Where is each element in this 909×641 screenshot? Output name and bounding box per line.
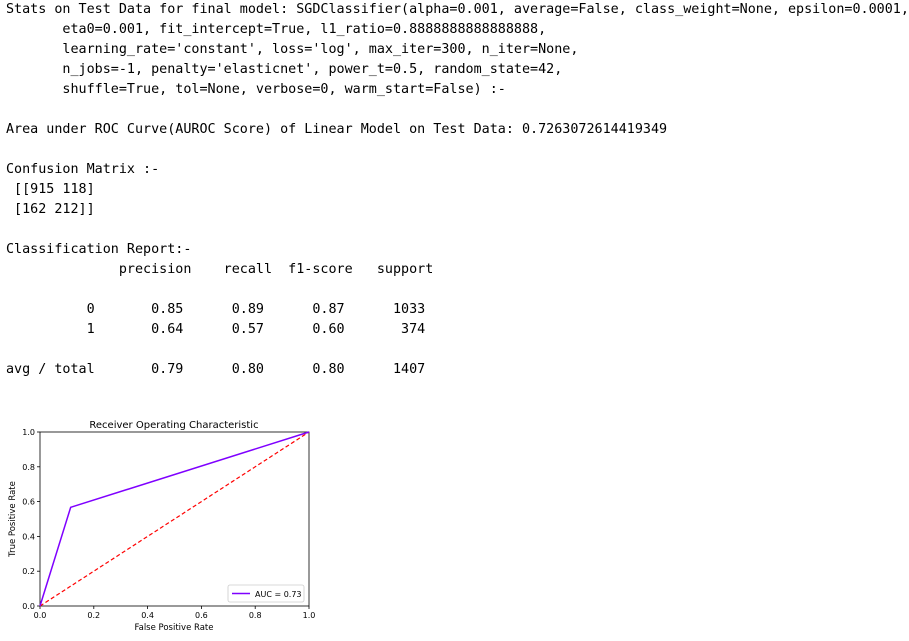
x-tick-label: 0.4 [141,611,154,620]
x-tick-label: 0.6 [195,611,208,620]
output-line: avg / total 0.79 0.80 0.80 1407 [6,362,426,377]
roc-plot: Receiver Operating Characteristic 0.0 0.2… [0,410,330,636]
output-line: Stats on Test Data for final model: SGDC… [6,2,909,17]
output-line: Confusion Matrix :- [6,162,160,177]
chance-line [39,431,310,607]
output-line: Classification Report:- [6,242,192,257]
output-line: n_jobs=-1, penalty='elasticnet', power_t… [6,62,563,77]
output-line: 1 0.64 0.57 0.60 374 [6,322,426,337]
y-axis-label: True Positive Rate [8,481,18,558]
y-tick-label: 0.0 [22,602,35,611]
output-line: learning_rate='constant', loss='log', ma… [6,42,579,57]
y-tick-label: 0.2 [22,567,35,576]
output-line: [[915 118] [6,182,95,197]
y-tick-label: 0.6 [22,498,35,507]
cell-output: Stats on Test Data for final model: SGDC… [6,0,909,380]
output-line: [162 212]] [6,202,95,217]
output-line: eta0=0.001, fit_intercept=True, l1_ratio… [6,22,547,37]
x-tick-label: 0.0 [34,611,47,620]
legend-label: AUC = 0.73 [255,590,302,599]
x-tick-label: 0.8 [249,611,262,620]
output-line: 0 0.85 0.89 0.87 1033 [6,302,426,317]
x-axis-label: False Positive Rate [135,623,214,633]
y-tick-label: 0.4 [22,532,35,541]
output-line: shuffle=True, tol=None, verbose=0, warm_… [6,82,506,97]
output-line: precision recall f1-score support [6,262,434,277]
roc-chart-svg: Receiver Operating Characteristic 0.0 0.2… [8,420,316,633]
legend: AUC = 0.73 [227,584,305,603]
x-tick-label: 1.0 [303,611,316,620]
output-line: Area under ROC Curve(AUROC Score) of Lin… [6,122,668,137]
chart-title: Receiver Operating Characteristic [89,420,258,431]
y-tick-label: 0.8 [22,463,35,472]
y-tick-label: 1.0 [22,428,35,437]
x-tick-label: 0.2 [87,611,100,620]
